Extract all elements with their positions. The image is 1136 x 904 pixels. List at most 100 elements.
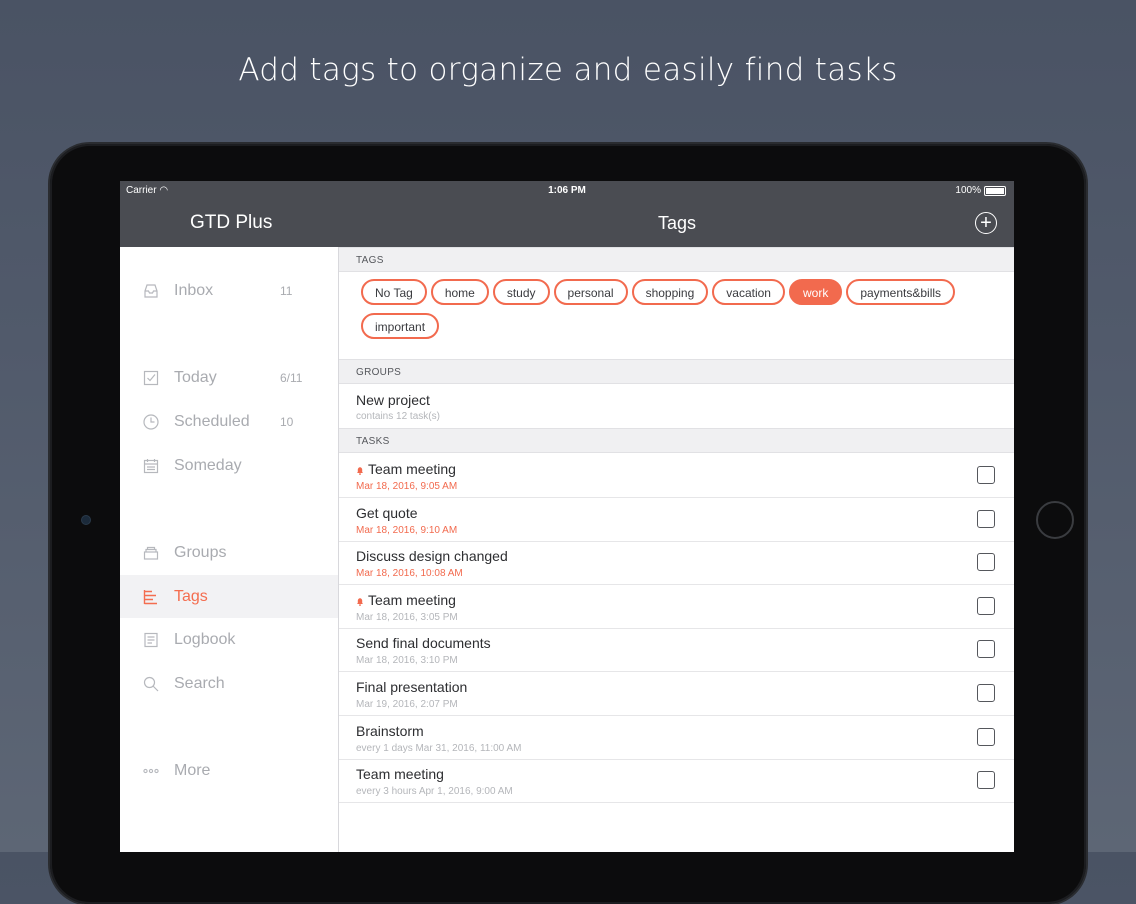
main-content: TAGS No Tag home study personal shopping vaca… [339,247,1014,852]
task-checkbox[interactable] [977,509,995,528]
group-subtitle: contains 12 task(s) [356,411,440,422]
sidebar-item-label: Today [174,368,217,386]
tag-chip[interactable]: personal [553,279,628,305]
task-date: Mar 18, 2016, 10:08 AM [356,568,463,580]
task-row[interactable]: Send final documents Mar 18, 2016, 3:10 P… [339,628,1014,673]
task-title: Discuss design changed [356,548,508,565]
task-row[interactable]: Brainstorm every 1 days Mar 31, 2016, 11:… [339,716,1014,760]
tag-chip[interactable]: study [492,279,550,305]
sidebar-item-label: Inbox [174,281,214,299]
task-row[interactable]: Team meeting every 3 hours Apr 1, 2016, 9… [339,759,1014,804]
task-title-line: Get quote [356,505,418,521]
inbox-icon [142,282,160,300]
tags-section-header: TAGS [339,247,1014,272]
sidebar-item-more[interactable]: More [120,749,338,792]
sidebar: Inbox 11 Today 6/11 Scheduled 10 Someday Groups… [120,247,339,852]
sidebar-item-count: 10 [280,414,294,429]
task-checkbox[interactable] [977,684,995,702]
task-checkbox[interactable] [977,727,995,746]
add-button[interactable]: + [975,212,997,234]
sidebar-item-label: Search [174,674,225,692]
tasks-section-header: TASKS [339,428,1014,453]
task-row[interactable]: Final presentation Mar 19, 2016, 2:07 PM [339,672,1014,716]
tag-chip[interactable]: work [788,279,843,305]
tag-chip[interactable]: home [430,279,489,305]
task-title-line: Team meeting [356,461,456,477]
alarm-bell-icon [356,593,364,606]
sidebar-item-label: Tags [174,587,208,605]
task-date: Mar 18, 2016, 9:05 AM [356,481,458,492]
sidebar-item-today[interactable]: Today 6/11 [120,356,338,399]
sidebar-item-label: Groups [174,543,227,561]
task-checkbox[interactable] [977,466,995,484]
task-date: Mar 19, 2016, 2:07 PM [356,699,458,710]
app-screen: Carrier ◠ 1:06 PM 100% GTD Plus Tags + I… [120,181,1014,852]
app-title: GTD Plus [190,212,273,233]
sidebar-item-scheduled[interactable]: Scheduled 10 [120,400,338,443]
task-title-line: Discuss design changed [356,548,508,564]
groups-section-header: GROUPS [339,359,1014,384]
tag-cloud: No Tag home study personal shopping vacation w… [361,279,1001,347]
calendar-icon [142,457,160,475]
battery-icon [984,185,1006,196]
sidebar-item-inbox[interactable]: Inbox 11 [120,269,338,312]
sidebar-item-someday[interactable]: Someday [120,444,338,487]
tag-chip[interactable]: vacation [712,279,785,305]
top-bar: Carrier ◠ 1:06 PM 100% GTD Plus Tags + [120,181,1014,247]
task-checkbox[interactable] [977,553,995,572]
sidebar-item-label: Someday [174,456,242,474]
task-row[interactable]: Team meeting Mar 18, 2016, 9:05 AM [339,454,1014,498]
sidebar-item-count: 11 [280,283,293,298]
task-date: every 3 hours Apr 1, 2016, 9:00 AM [356,786,513,798]
sidebar-item-count: 6/11 [280,370,303,385]
check-calendar-icon [142,369,160,387]
task-date: Mar 18, 2016, 9:10 AM [356,524,458,536]
sidebar-item-groups[interactable]: Groups [120,531,338,574]
task-title-line: Team meeting [356,766,444,782]
clock-icon [142,413,160,431]
plus-icon: + [980,212,992,234]
sidebar-item-label: Scheduled [174,412,250,430]
tag-chip[interactable]: shopping [631,279,709,305]
tag-chip[interactable]: No Tag [361,279,427,305]
logbook-icon [142,631,160,649]
home-button[interactable] [1036,501,1074,539]
task-title: Team meeting [356,766,444,783]
sidebar-item-tags[interactable]: Tags [120,575,338,618]
group-row[interactable]: New project contains 12 task(s) [339,384,1014,427]
status-battery: 100% [955,185,1006,196]
more-icon [142,762,160,780]
task-date: Mar 18, 2016, 3:10 PM [356,655,458,667]
task-title-line: Team meeting [356,592,456,608]
tag-chip[interactable]: important [361,313,440,339]
task-row[interactable]: Get quote Mar 18, 2016, 9:10 AM [339,498,1014,542]
task-title-line: Final presentation [356,679,467,695]
sidebar-item-label: More [174,761,211,779]
task-row[interactable]: Team meeting Mar 18, 2016, 3:05 PM [339,585,1014,629]
page-title: Tags [658,213,697,233]
task-row[interactable]: Discuss design changed Mar 18, 2016, 10:0… [339,541,1014,586]
task-checkbox[interactable] [977,596,995,615]
tag-chip[interactable]: payments&bills [846,279,956,305]
task-title: Brainstorm [356,722,424,739]
task-title-line: Send final documents [356,635,491,651]
task-checkbox[interactable] [977,640,995,659]
tags-icon [142,588,160,606]
group-title: New project [356,392,430,408]
search-icon [142,675,160,693]
task-checkbox[interactable] [977,771,995,790]
sidebar-item-search[interactable]: Search [120,662,338,705]
task-title-line: Brainstorm [356,723,424,739]
sidebar-item-logbook[interactable]: Logbook [120,618,338,661]
alarm-bell-icon [356,462,364,475]
groups-icon [142,544,160,562]
task-title: Get quote [356,504,418,521]
sidebar-item-label: Logbook [174,630,236,648]
task-title: Send final documents [356,635,491,652]
task-title: Team meeting [368,591,456,608]
task-date: every 1 days Mar 31, 2016, 11:00 AM [356,742,522,754]
task-title: Team meeting [368,461,456,477]
status-time: 1:06 PM [548,185,586,196]
task-title: Final presentation [356,679,468,695]
task-date: Mar 18, 2016, 3:05 PM [356,611,458,623]
